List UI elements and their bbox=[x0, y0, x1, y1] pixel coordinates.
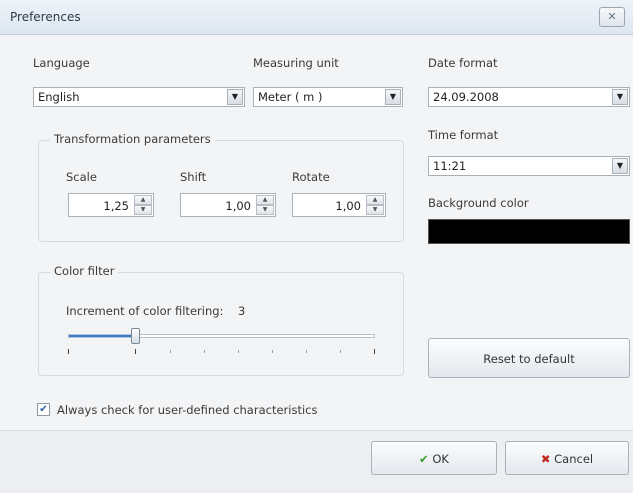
ok-button-content: ✔ OK bbox=[372, 452, 496, 466]
check-icon: ✔ bbox=[419, 452, 429, 466]
transformation-group bbox=[38, 140, 404, 242]
color-filter-group bbox=[38, 272, 404, 376]
shift-label: Shift bbox=[180, 170, 207, 184]
shift-down-icon[interactable]: ▼ bbox=[256, 205, 274, 215]
chevron-down-icon[interactable]: ▼ bbox=[227, 89, 243, 105]
slider-tick bbox=[238, 350, 239, 353]
slider-tick bbox=[68, 349, 69, 354]
ok-button-label: OK bbox=[432, 452, 449, 466]
close-icon: ✕ bbox=[607, 10, 617, 23]
slider-tick bbox=[374, 349, 375, 354]
date-format-select[interactable]: 24.09.2008 ▼ bbox=[428, 87, 630, 107]
window-title: Preferences bbox=[10, 10, 81, 24]
rotate-label: Rotate bbox=[292, 170, 330, 184]
background-color-label: Background color bbox=[428, 196, 529, 210]
shift-up-icon[interactable]: ▲ bbox=[256, 195, 274, 205]
cancel-button-label: Cancel bbox=[554, 452, 594, 466]
language-select[interactable]: English ▼ bbox=[33, 87, 245, 107]
measuring-unit-value: Meter ( m ) bbox=[258, 90, 323, 104]
language-label: Language bbox=[33, 56, 90, 70]
date-format-value: 24.09.2008 bbox=[433, 90, 499, 104]
reset-button-label: Reset to default bbox=[483, 352, 575, 366]
measuring-unit-label: Measuring unit bbox=[253, 56, 339, 70]
background-color-swatch[interactable] bbox=[428, 219, 630, 244]
close-button[interactable]: ✕ bbox=[599, 7, 625, 27]
always-check-label[interactable]: Always check for user-defined characteri… bbox=[57, 403, 317, 417]
slider-tick bbox=[170, 350, 171, 353]
scale-stepper[interactable]: 1,25 ▲ ▼ bbox=[68, 193, 154, 217]
slider-fill bbox=[69, 335, 135, 337]
scale-value: 1,25 bbox=[103, 199, 129, 213]
date-format-label: Date format bbox=[428, 56, 498, 70]
check-icon: ✔ bbox=[39, 404, 48, 415]
slider-tick bbox=[340, 350, 341, 353]
rotate-down-icon[interactable]: ▼ bbox=[366, 205, 384, 215]
rotate-stepper[interactable]: 1,00 ▲ ▼ bbox=[292, 193, 386, 217]
rotate-up-icon[interactable]: ▲ bbox=[366, 195, 384, 205]
time-format-select[interactable]: 11:21 ▼ bbox=[428, 156, 630, 176]
slider-thumb[interactable] bbox=[131, 328, 140, 344]
scale-down-icon[interactable]: ▼ bbox=[134, 205, 152, 215]
measuring-unit-select[interactable]: Meter ( m ) ▼ bbox=[253, 87, 403, 107]
chevron-down-icon[interactable]: ▼ bbox=[612, 158, 628, 174]
slider-tick bbox=[204, 350, 205, 353]
slider-tick bbox=[306, 350, 307, 353]
increment-label: Increment of color filtering: bbox=[66, 304, 224, 318]
language-value: English bbox=[38, 90, 80, 104]
shift-value: 1,00 bbox=[225, 199, 251, 213]
cancel-button[interactable]: ✖ Cancel bbox=[505, 441, 629, 475]
x-icon: ✖ bbox=[540, 452, 551, 466]
title-bar: Preferences ✕ bbox=[0, 0, 633, 35]
increment-value: 3 bbox=[238, 304, 246, 318]
cancel-button-content: ✖ Cancel bbox=[506, 452, 628, 466]
preferences-dialog: Preferences ✕ Language English ▼ Measuri… bbox=[0, 0, 633, 493]
rotate-value: 1,00 bbox=[335, 199, 361, 213]
time-format-label: Time format bbox=[428, 128, 499, 142]
color-filter-group-title: Color filter bbox=[50, 264, 119, 278]
slider-tick bbox=[135, 349, 136, 354]
slider-tick bbox=[272, 350, 273, 353]
time-format-value: 11:21 bbox=[433, 159, 467, 173]
scale-label: Scale bbox=[66, 170, 97, 184]
chevron-down-icon[interactable]: ▼ bbox=[385, 89, 401, 105]
scale-up-icon[interactable]: ▲ bbox=[134, 195, 152, 205]
ok-button[interactable]: ✔ OK bbox=[371, 441, 497, 475]
shift-stepper[interactable]: 1,00 ▲ ▼ bbox=[180, 193, 276, 217]
chevron-down-icon[interactable]: ▼ bbox=[612, 89, 628, 105]
reset-to-default-button[interactable]: Reset to default bbox=[428, 338, 630, 378]
always-check-checkbox[interactable]: ✔ bbox=[37, 403, 50, 416]
transformation-group-title: Transformation parameters bbox=[50, 132, 215, 146]
